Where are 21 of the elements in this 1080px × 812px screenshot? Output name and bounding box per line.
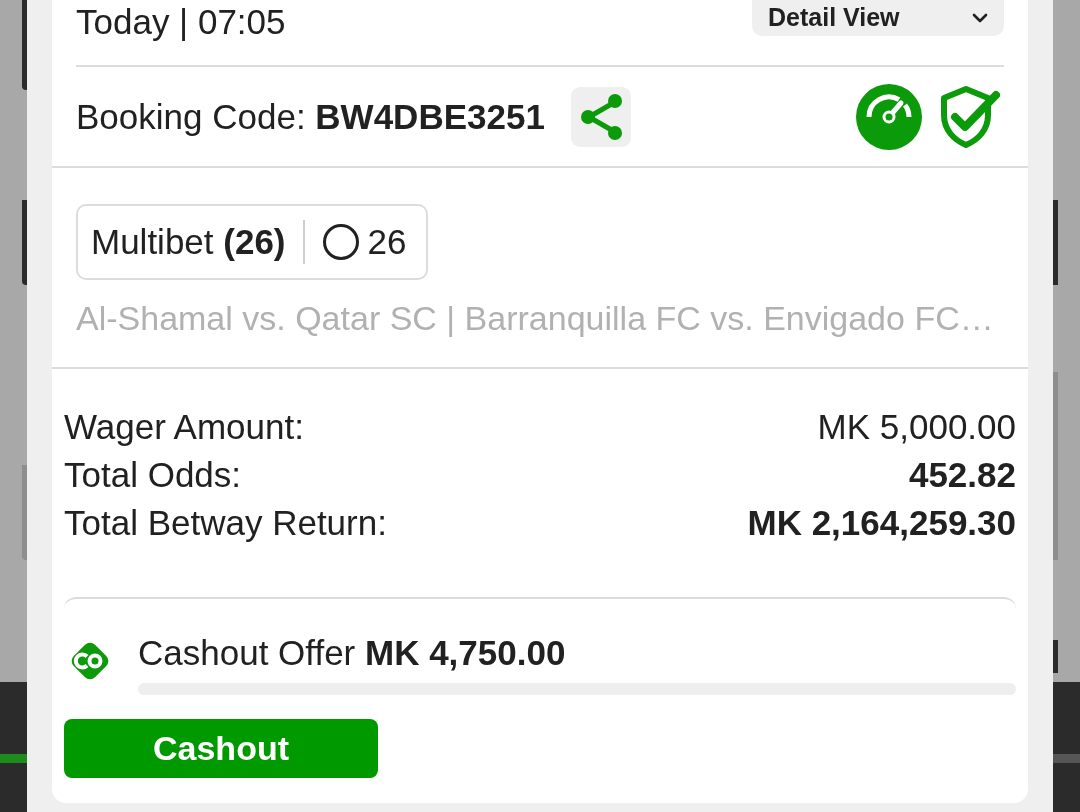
background-card-edge (1053, 640, 1058, 673)
total-label: Total Betway Return: (64, 502, 387, 544)
total-value: MK 5,000.00 (817, 406, 1016, 448)
cashout-button[interactable]: Cashout (64, 719, 378, 778)
booking-code: Booking Code: BW4DBE3251 (76, 95, 545, 138)
match-list: Al-Shamal vs. Qatar SC | Barranquilla FC vs. Envigado FC… (76, 298, 1004, 338)
share-icon (579, 92, 622, 141)
selection-count: 26 (367, 221, 407, 263)
bet-date-time: Today | 07:05 (76, 1, 286, 43)
circle-icon (321, 223, 360, 261)
bet-type-label: Multibet (26) (91, 221, 286, 263)
total-value: MK 2,164,259.30 (747, 502, 1016, 544)
cashout-offer: Cashout Offer MK 4,750.00 (138, 633, 567, 673)
total-value: 452.82 (908, 454, 1016, 496)
total-label: Total Odds: (64, 454, 242, 496)
share-button[interactable] (570, 86, 631, 147)
detail-view-button[interactable]: Detail View (752, 0, 1004, 36)
speedometer-icon (856, 83, 922, 150)
shield-check-icon (938, 84, 1000, 149)
caret-icon (972, 13, 988, 23)
total-label: Wager Amount: (64, 406, 304, 448)
